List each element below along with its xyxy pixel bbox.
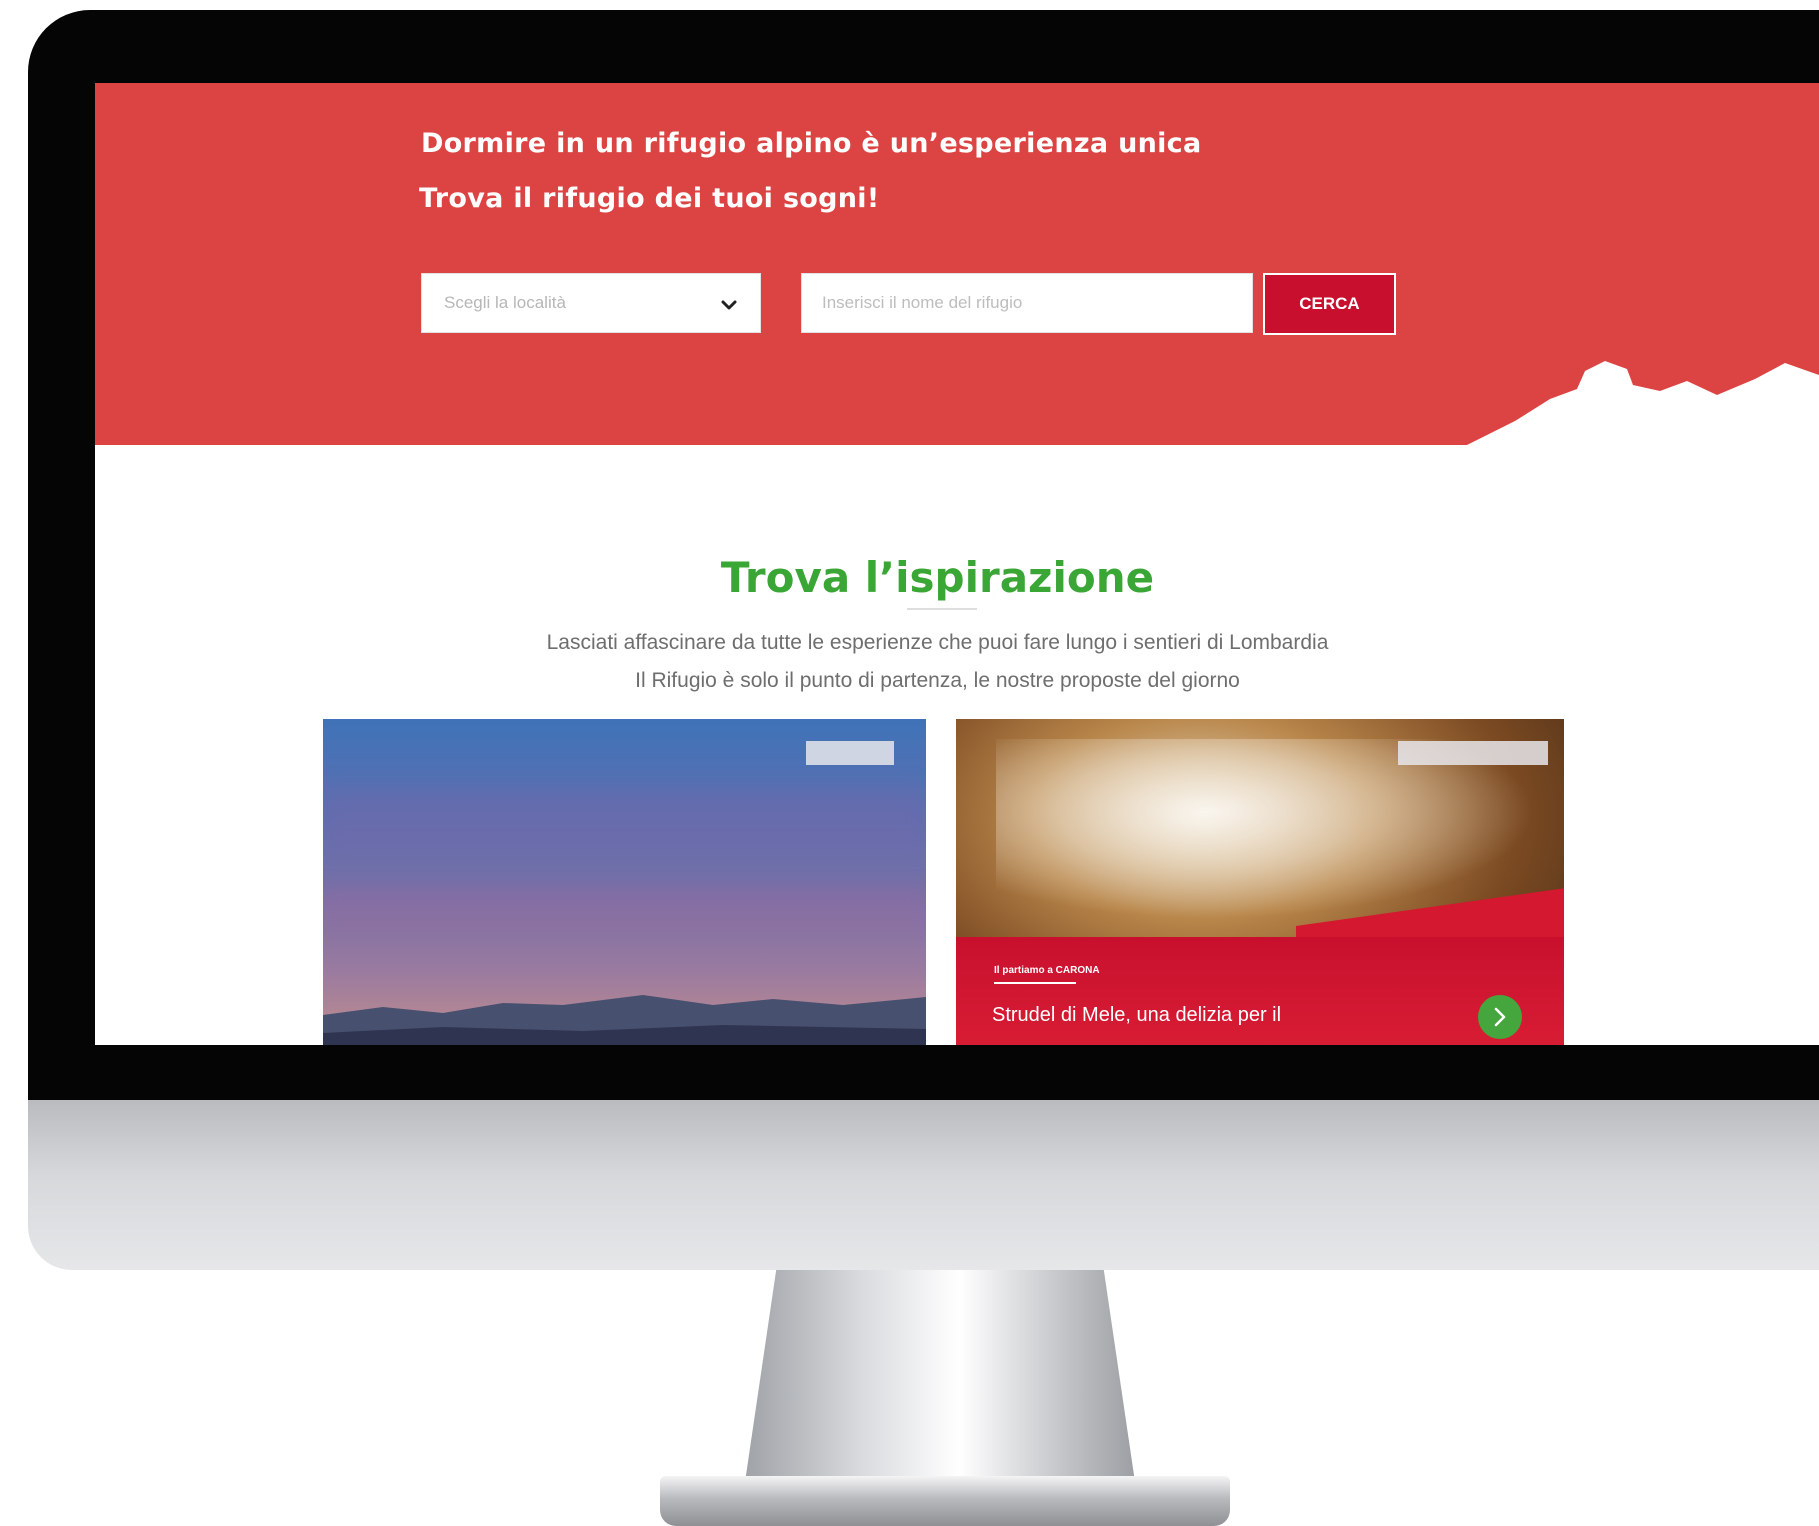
card-title: Strudel di Mele, una delizia per il (992, 1004, 1282, 1026)
search-button[interactable]: CERCA (1263, 273, 1396, 335)
experience-card-mountain[interactable] (323, 719, 926, 1045)
chevron-right-icon (1494, 1007, 1506, 1027)
powdered-sugar (996, 739, 1536, 919)
card-kicker: Il partiamo a CARONA (994, 965, 1100, 976)
mountain-ridge-image (323, 995, 926, 1045)
inspiration-title: Trova l’ispirazione (720, 553, 1155, 602)
hero-subline: Trova il rifugio dei tuoi sogni! (419, 183, 880, 214)
experience-card-strudel[interactable]: Il partiamo a CARONA Strudel di Mele, un… (956, 719, 1564, 1045)
hero-headline: Dormire in un rifugio alpino è un’esperi… (421, 128, 1202, 159)
location-select[interactable]: Scegli la località (421, 273, 761, 333)
red-cloth (956, 937, 1564, 1045)
monitor-stand (745, 1270, 1135, 1482)
sky-cloud (323, 889, 926, 929)
inspiration-intro-line-1: Lasciati affascinare da tutte le esperie… (546, 631, 1329, 654)
inspiration-intro-line-2: Il Rifugio è solo il punto di partenza, … (635, 669, 1240, 692)
card-next-button[interactable] (1478, 995, 1522, 1039)
monitor-stand-base (660, 1476, 1230, 1526)
monitor-chin (28, 1100, 1819, 1270)
mountain-silhouette (1455, 361, 1819, 451)
category-badge (1398, 741, 1548, 765)
title-divider (907, 608, 977, 610)
refuge-name-input[interactable] (801, 273, 1253, 333)
kicker-divider (994, 982, 1076, 984)
hero-banner: Dormire in un rifugio alpino è un’esperi… (95, 83, 1819, 451)
chevron-down-icon (721, 300, 737, 310)
sky-cloud (323, 789, 926, 849)
location-select-value: Scegli la località (444, 293, 566, 312)
category-badge (806, 741, 894, 765)
website-screen: Dormire in un rifugio alpino è un’esperi… (95, 83, 1819, 1045)
